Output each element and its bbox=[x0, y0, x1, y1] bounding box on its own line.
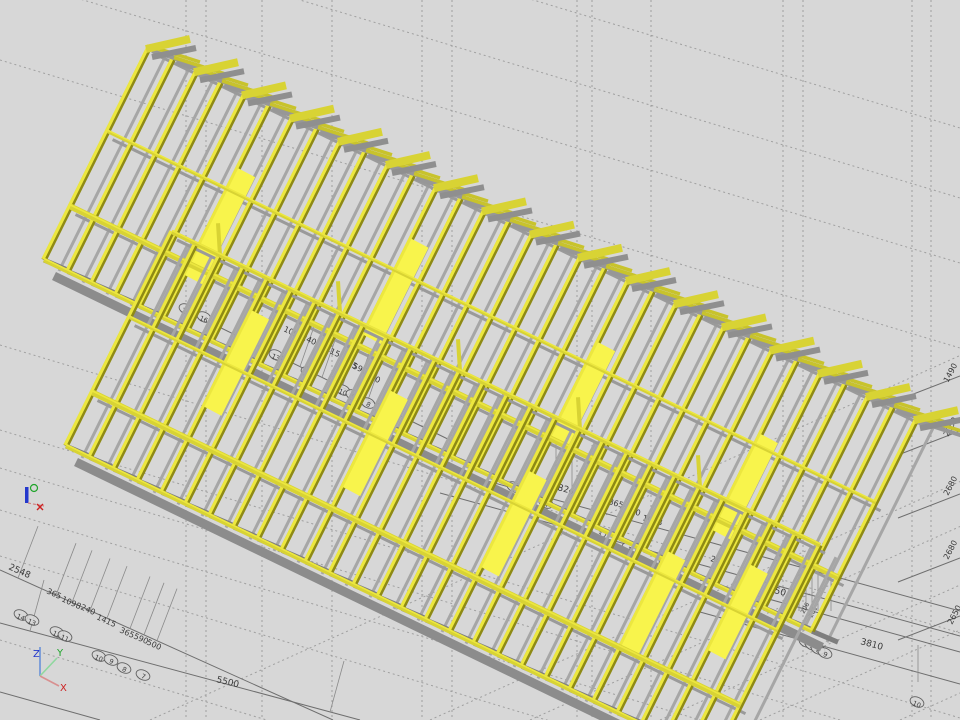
post-beam bbox=[578, 397, 580, 429]
triad-y-label: Y bbox=[56, 648, 64, 659]
triad-z-label: Z bbox=[33, 649, 40, 660]
post-beam bbox=[338, 281, 340, 313]
origin-z-axis-icon bbox=[25, 487, 29, 503]
post-beam bbox=[698, 455, 700, 487]
triad-x-label: X bbox=[60, 683, 67, 694]
cad-scene: 2548365109824014153655905005500298243652… bbox=[0, 0, 960, 720]
cad-3d-viewport[interactable]: 2548365109824014153655905005500298243652… bbox=[0, 0, 960, 720]
post-beam bbox=[458, 339, 460, 371]
post-beam bbox=[218, 223, 220, 255]
